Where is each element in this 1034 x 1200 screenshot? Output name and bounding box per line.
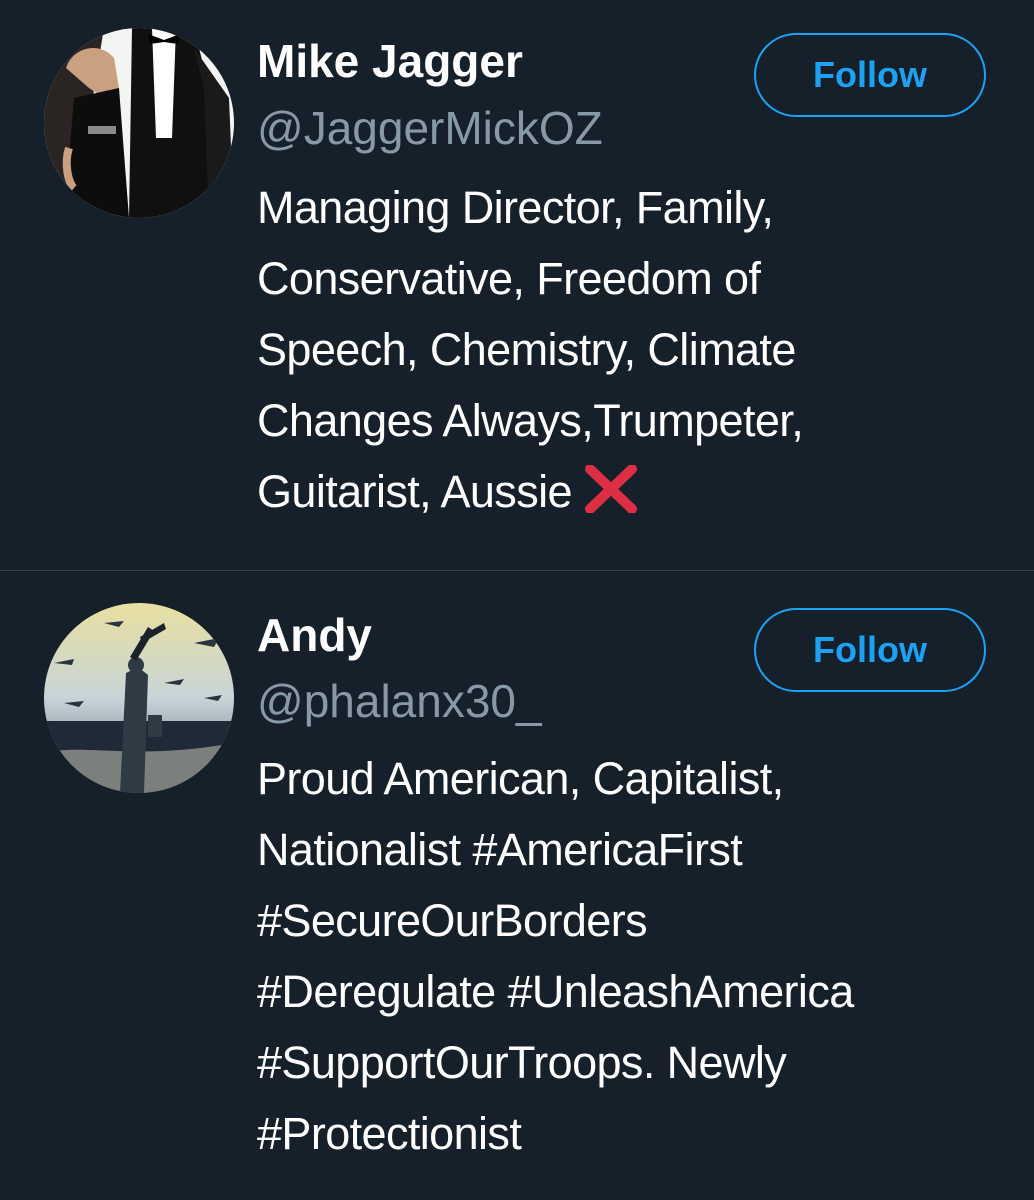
bio-line: #Deregulate #UnleashAmerica [257,966,854,1017]
bio-line: #SupportOurTroops. Newly [257,1037,787,1088]
user-card[interactable]: Andy @phalanx30_ Follow Proud American, … [0,571,1034,1200]
bio-line: Changes Always,Trumpeter, [257,395,804,446]
avatar[interactable] [44,603,234,793]
bio-line: Nationalist #AmericaFirst [257,824,743,875]
follow-button[interactable]: Follow [754,33,986,117]
user-handle[interactable]: @JaggerMickOZ [257,100,603,156]
cross-mark-icon [584,465,637,513]
bio-line-last: Guitarist, Aussie [257,456,1017,527]
bio-line: Conservative, Freedom of [257,253,761,304]
avatar-image [44,603,234,793]
user-bio: Proud American, Capitalist, Nationalist … [257,743,1017,1169]
user-list: Mike Jagger @JaggerMickOZ Follow Managin… [0,0,1034,1200]
bio-line-text: Guitarist, Aussie [257,466,573,517]
user-bio: Managing Director, Family, Conservative,… [257,172,1017,527]
bio-line: Speech, Chemistry, Climate [257,324,796,375]
display-name[interactable]: Mike Jagger [257,33,523,89]
bio-line: Proud American, Capitalist, [257,753,784,804]
bio-line: #SecureOurBorders [257,895,648,946]
bio-line: #Protectionist [257,1108,522,1159]
bio-line: Managing Director, Family, [257,182,774,233]
avatar-image [44,28,234,218]
display-name[interactable]: Andy [257,607,372,663]
user-card[interactable]: Mike Jagger @JaggerMickOZ Follow Managin… [0,0,1034,570]
user-handle[interactable]: @phalanx30_ [257,673,542,729]
follow-button[interactable]: Follow [754,608,986,692]
avatar[interactable] [44,28,234,218]
